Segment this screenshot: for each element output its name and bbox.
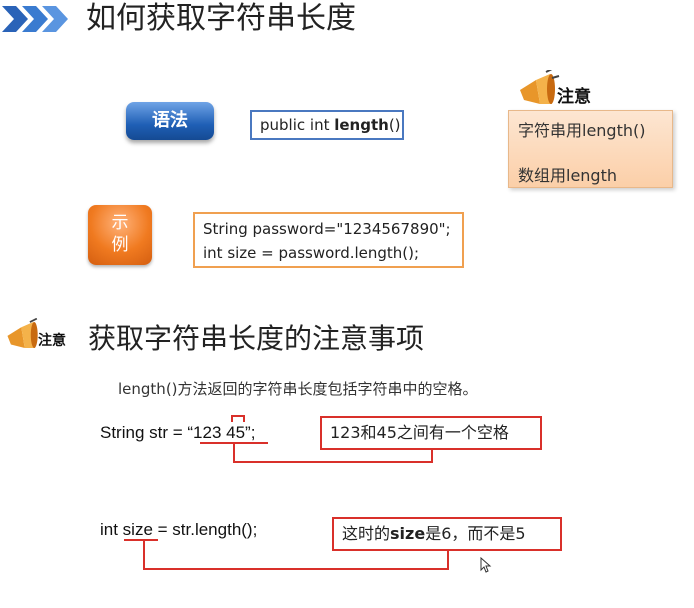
triple-chevron-right-icon — [2, 6, 68, 32]
note-label: 注意 — [557, 87, 591, 107]
space-callout: 123和45之间有一个空格 — [320, 416, 542, 450]
size-callout: 这时的size是6，而不是5 — [332, 517, 562, 551]
syntax-badge: 语法 — [126, 102, 214, 140]
example-code-line: int size = password.length(); — [203, 244, 420, 262]
section-note-label: 注意 — [38, 333, 66, 349]
example-code-line: String password="1234567890"; — [203, 220, 451, 238]
syntax-code-method: length — [334, 116, 389, 134]
example-badge: 示 例 — [88, 205, 152, 265]
size-callout-prefix: 这时的 — [342, 524, 391, 543]
example-badge-top: 示 — [111, 213, 129, 233]
syntax-code-suffix: () — [388, 116, 401, 134]
code-line-size: int size = str.length(); — [100, 520, 258, 539]
section-heading: 获取字符串长度的注意事项 — [88, 322, 425, 355]
size-callout-suffix: 是6，而不是5 — [425, 524, 526, 543]
section-description: length()方法返回的字符串长度包括字符串中的空格。 — [118, 380, 478, 398]
note-line: 数组用length — [518, 166, 618, 185]
example-code-box: String password="1234567890"; int size =… — [193, 212, 464, 268]
mouse-cursor-icon — [480, 557, 492, 573]
page-title: 如何获取字符串长度 — [86, 1, 356, 36]
space-bracket — [231, 415, 245, 422]
megaphone-icon — [520, 70, 560, 104]
megaphone-icon — [7, 318, 38, 348]
note-box: 字符串用length() 数组用length — [508, 110, 673, 188]
example-badge-bottom: 例 — [111, 235, 129, 255]
size-callout-var: size — [390, 524, 426, 543]
syntax-code-box: public int length() — [250, 110, 404, 140]
syntax-code-prefix: public int — [260, 116, 335, 134]
note-line: 字符串用length() — [518, 121, 646, 140]
code-line-str: String str = “123 45”; — [100, 423, 256, 442]
